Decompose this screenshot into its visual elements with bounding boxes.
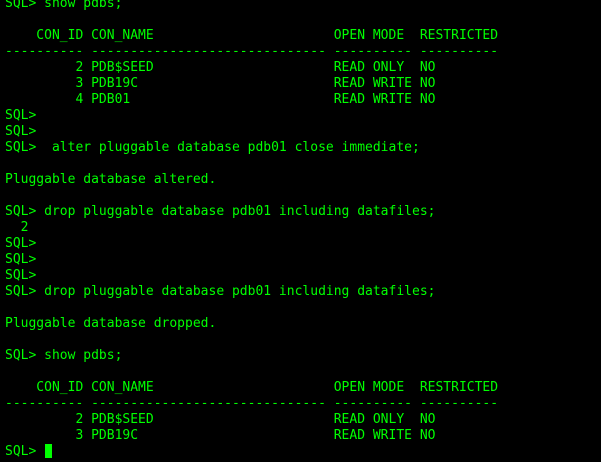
output-line-continuation: 2 [5,220,29,235]
terminal-window[interactable]: SQL> show pdbs; CON_ID CON_NAME OPEN MOD… [0,0,601,462]
output-line-show-pdbs-cmd: SQL> show pdbs; [5,0,123,11]
table-separator: ---------- -----------------------------… [5,44,499,59]
table-header: CON_ID CON_NAME OPEN MODE RESTRICTED [5,380,499,395]
output-line-drop-cmd: SQL> drop pluggable database pdb01 inclu… [5,284,436,299]
prompt-line: SQL> [5,268,37,283]
prompt: SQL> [5,444,45,459]
prompt-line: SQL> [5,124,37,139]
text-cursor[interactable] [45,443,53,458]
table-row: 3 PDB19C READ WRITE NO [5,428,436,443]
output-line-dropped-msg: Pluggable database dropped. [5,316,217,331]
prompt-line: SQL> [5,108,37,123]
output-line-blank [5,364,601,380]
table-header: CON_ID CON_NAME OPEN MODE RESTRICTED [5,28,499,43]
prompt-line: SQL> [5,236,37,251]
output-line-blank [5,12,601,28]
active-prompt-line[interactable]: SQL> [5,443,601,460]
prompt-line: SQL> [5,252,37,267]
table-row: 2 PDB$SEED READ ONLY NO [5,412,436,427]
table-separator: ---------- -----------------------------… [5,396,499,411]
output-line-blank [5,332,601,348]
table-row: 3 PDB19C READ WRITE NO [5,76,436,91]
output-line-show-pdbs-cmd: SQL> show pdbs; [5,348,123,363]
output-line-blank [5,300,601,316]
output-line-blank [5,156,601,172]
output-line-drop-cmd: SQL> drop pluggable database pdb01 inclu… [5,204,436,219]
table-row: 2 PDB$SEED READ ONLY NO [5,60,436,75]
table-row: 4 PDB01 READ WRITE NO [5,92,436,107]
output-line-altered-msg: Pluggable database altered. [5,172,217,187]
output-line-blank [5,188,601,204]
output-line-alter-cmd: SQL> alter pluggable database pdb01 clos… [5,140,420,155]
